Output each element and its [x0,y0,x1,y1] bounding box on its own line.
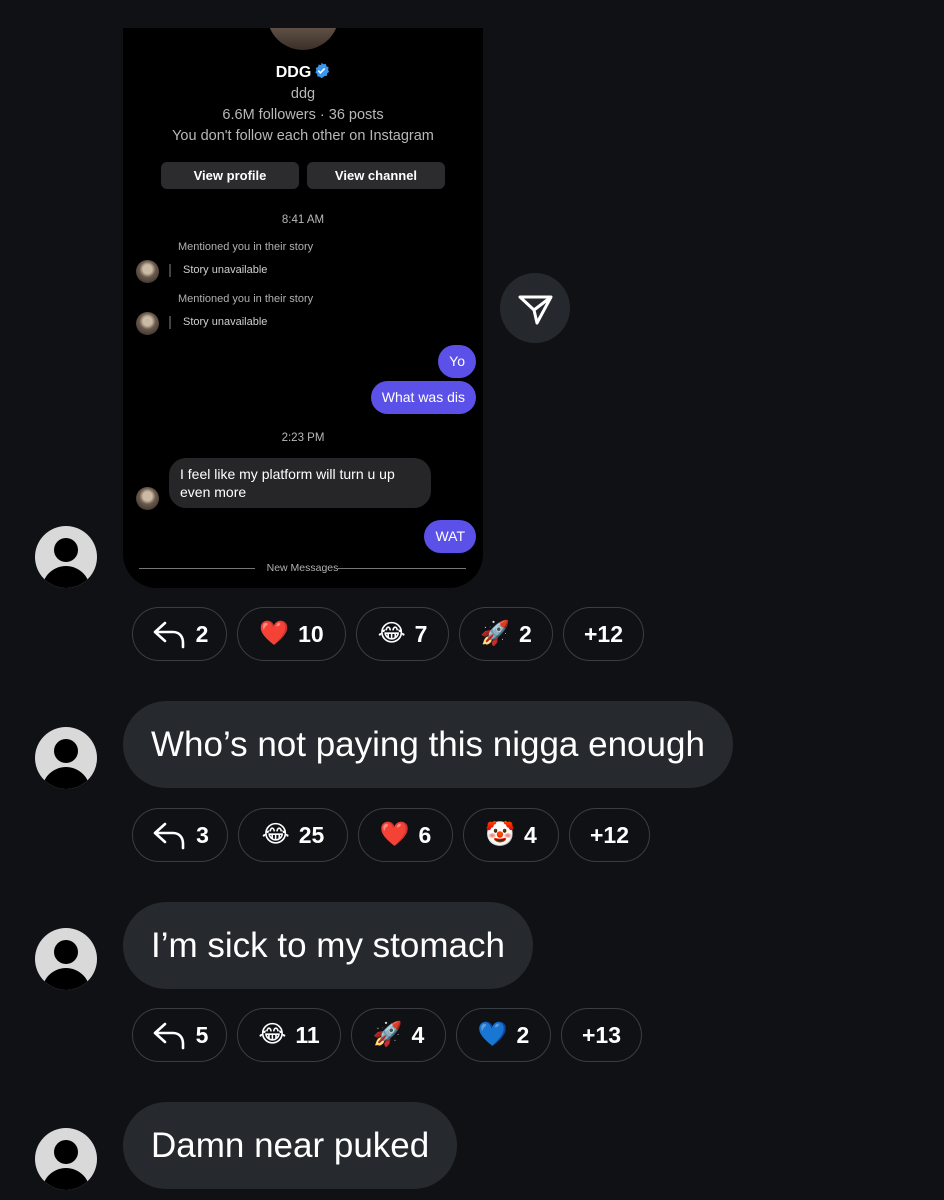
reaction-heart[interactable]: ❤️ 6 [358,808,453,862]
profile-photo [267,28,339,50]
view-channel-button: View channel [307,162,445,189]
reaction-rocket[interactable]: 🚀 2 [459,607,553,661]
verified-badge-icon [315,62,330,79]
sender-avatar [136,312,159,335]
reply-icon [153,1022,184,1050]
send-icon [518,295,553,325]
follow-note: You don't follow each other on Instagram [172,128,434,144]
profile-name: DDG [123,62,483,82]
story-unavailable: Story unavailable [169,264,267,277]
share-button[interactable] [500,273,570,343]
mention-note: Mentioned you in their story [178,293,314,305]
sender-avatar [136,487,159,510]
reply-count-button[interactable]: 5 [132,1008,227,1062]
new-messages-divider: New Messages [139,562,466,574]
dm-screenshot-image[interactable]: DDG ddg 6.6M followers · 36 posts You do… [123,28,483,588]
view-profile-button: View profile [161,162,299,189]
user-avatar[interactable] [35,1128,97,1190]
more-reactions-button[interactable]: +13 [561,1008,642,1062]
reaction-heart[interactable]: ❤️ 10 [237,607,346,661]
timestamp: 8:41 AM [281,214,325,226]
story-unavailable: Story unavailable [169,316,267,329]
reaction-laugh[interactable]: 😂 7 [356,607,449,661]
reaction-clown[interactable]: 🤡 4 [463,808,559,862]
outgoing-message: WAT [424,520,476,553]
outgoing-message: What was dis [370,381,476,414]
mention-note: Mentioned you in their story [178,241,314,253]
reaction-laugh[interactable]: 😂 25 [238,808,348,862]
reply-icon [153,822,185,850]
reply-count-button[interactable]: 2 [132,607,227,661]
sender-avatar [136,260,159,283]
incoming-message: I feel like my platform will turn u up e… [169,458,431,508]
profile-stats: 6.6M followers · 36 posts [222,107,384,123]
more-reactions-button[interactable]: +12 [563,607,644,661]
timestamp: 2:23 PM [281,432,325,444]
user-avatar[interactable] [35,928,97,990]
reply-icon [153,621,184,649]
message-bubble[interactable]: Damn near puked [123,1102,458,1189]
reaction-laugh[interactable]: 😂 11 [237,1008,341,1062]
reply-count-button[interactable]: 3 [132,808,228,862]
more-reactions-button[interactable]: +12 [569,808,650,862]
message-bubble[interactable]: Who’s not paying this nigga enough [123,701,733,788]
outgoing-message: Yo [438,345,476,378]
profile-handle: ddg [290,86,316,102]
user-avatar[interactable] [35,727,97,789]
message-bubble[interactable]: I’m sick to my stomach [123,902,533,989]
reaction-blue-heart[interactable]: 💙 2 [456,1008,551,1062]
user-avatar[interactable] [35,526,97,588]
reaction-rocket[interactable]: 🚀 4 [351,1008,446,1062]
